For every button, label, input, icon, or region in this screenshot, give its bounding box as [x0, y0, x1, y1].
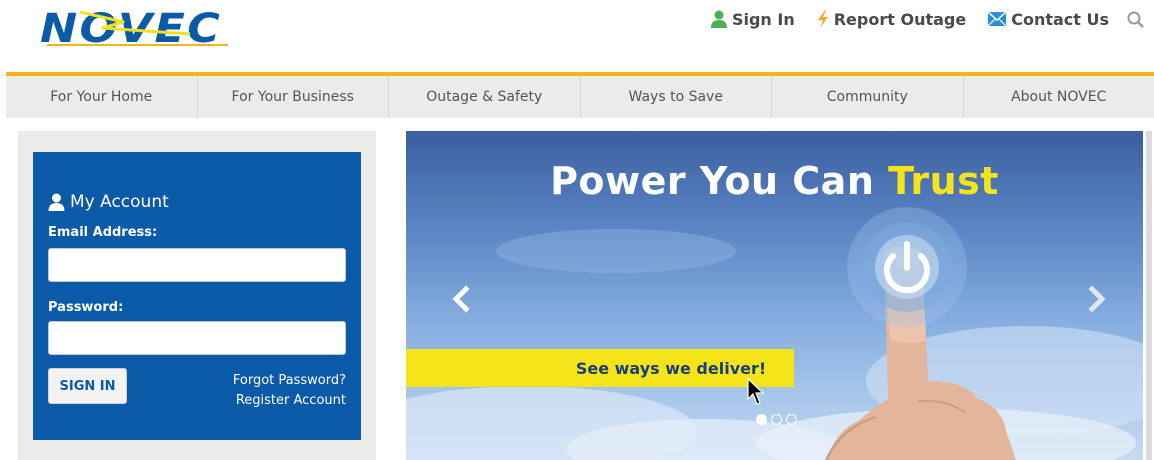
search-icon [1127, 11, 1144, 28]
contact-us-link[interactable]: Contact Us [988, 10, 1109, 29]
slider-dot-1[interactable] [756, 414, 767, 425]
slider-dot-2[interactable] [771, 414, 782, 425]
my-account-title: My Account [70, 192, 169, 212]
sign-in-button[interactable]: SIGN IN [48, 368, 127, 404]
hero-slider: Power You Can Trust See ways we deliver! [406, 131, 1143, 460]
see-ways-button[interactable]: See ways we deliver! [406, 349, 794, 387]
slider-next-button[interactable] [1082, 281, 1112, 317]
email-field[interactable] [48, 248, 346, 282]
slider-prev-button[interactable] [446, 281, 476, 317]
forgot-password-link[interactable]: Forgot Password? [233, 371, 346, 391]
logo-text: NOVEC [40, 6, 222, 48]
power-icon [847, 207, 967, 327]
site-header: NOVEC Sign In Report Outage Contact Us [0, 0, 1154, 72]
contact-us-label: Contact Us [1011, 9, 1109, 29]
user-icon [710, 10, 727, 28]
hero-title-accent: Trust [888, 159, 999, 203]
utility-nav: Sign In Report Outage Contact Us [710, 8, 1144, 30]
search-button[interactable] [1127, 11, 1144, 28]
user-icon [48, 193, 65, 211]
email-label: Email Address: [48, 225, 158, 240]
chevron-left-icon [452, 285, 470, 313]
novec-logo[interactable]: NOVEC [40, 4, 230, 48]
nav-item-ways-to-save[interactable]: Ways to Save [581, 76, 772, 118]
password-label: Password: [48, 300, 124, 315]
see-ways-label: See ways we deliver! [575, 358, 767, 378]
hero-title-main: Power You Can [550, 159, 889, 203]
chevron-right-icon [1088, 285, 1106, 313]
slider-dots [756, 414, 797, 425]
logo-graphic: NOVEC [40, 6, 228, 48]
account-links: Forgot Password? Register Account [233, 371, 346, 411]
report-outage-link[interactable]: Report Outage [817, 10, 966, 29]
nav-item-about[interactable]: About NOVEC [964, 76, 1154, 118]
cursor-icon [746, 377, 766, 411]
envelope-icon [988, 12, 1007, 26]
slider-dot-3[interactable] [786, 414, 797, 425]
register-account-link[interactable]: Register Account [233, 391, 346, 411]
page-scrollbar[interactable] [1146, 131, 1152, 460]
nav-item-community[interactable]: Community [772, 76, 964, 118]
sign-in-link[interactable]: Sign In [710, 9, 795, 29]
lightning-icon [817, 10, 828, 28]
nav-item-outage-safety[interactable]: Outage & Safety [389, 76, 581, 118]
account-panel-wrapper: My Account Email Address: Password: SIGN… [18, 131, 376, 460]
report-outage-label: Report Outage [833, 9, 967, 29]
power-button-graphic [846, 206, 968, 328]
sign-in-label: Sign In [731, 9, 795, 29]
main-nav: For Your Home For Your Business Outage &… [6, 72, 1154, 118]
password-field[interactable] [48, 321, 346, 355]
nav-item-business[interactable]: For Your Business [198, 76, 389, 118]
hero-title: Power You Can Trust [406, 159, 1143, 203]
my-account-panel: My Account Email Address: Password: SIGN… [33, 152, 361, 440]
my-account-heading: My Account [48, 192, 169, 212]
nav-item-home[interactable]: For Your Home [6, 76, 198, 118]
